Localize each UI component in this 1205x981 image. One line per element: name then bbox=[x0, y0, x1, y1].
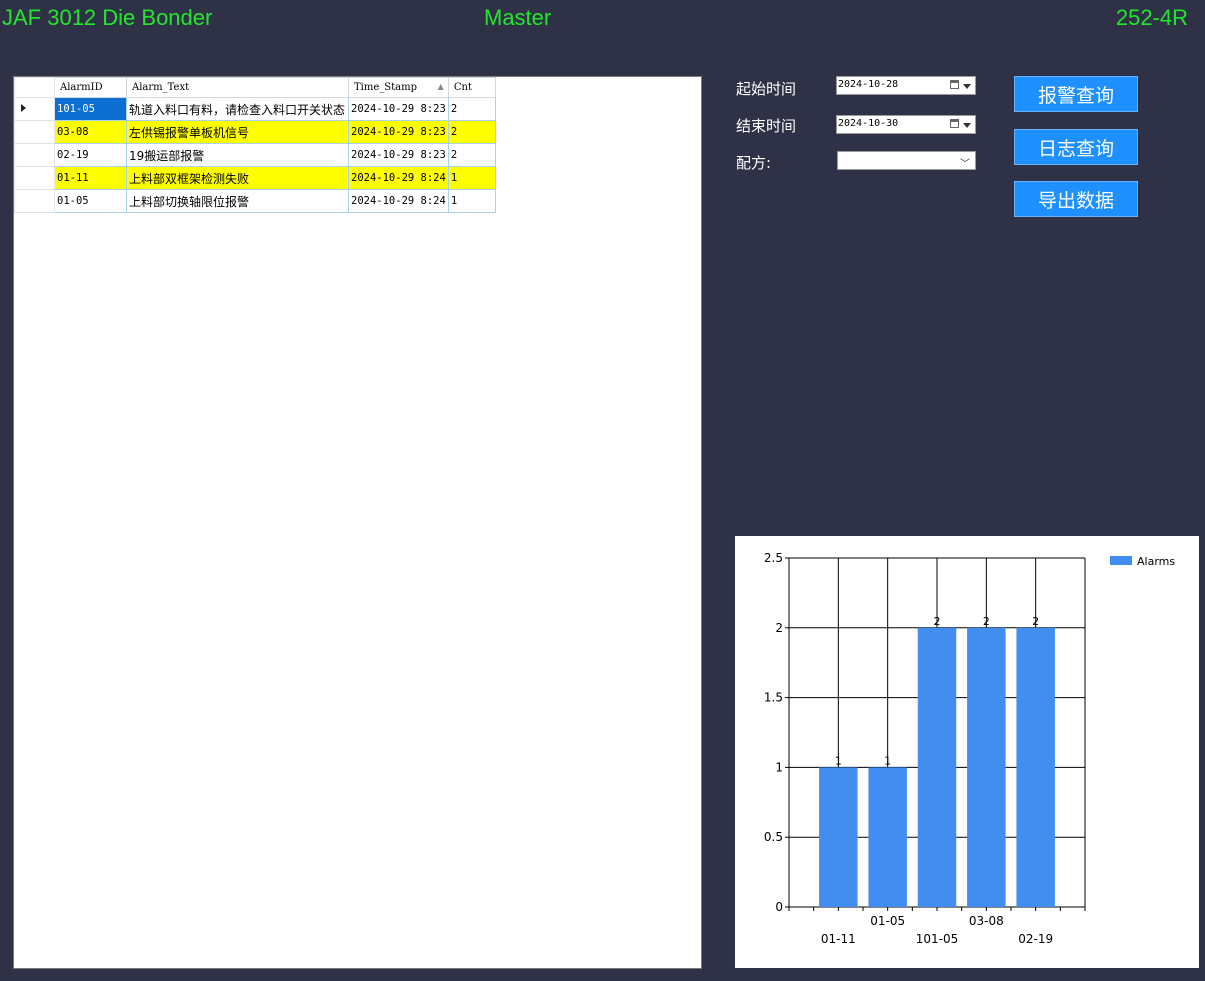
cell-cnt[interactable]: 2 bbox=[447, 120, 496, 144]
station-label: 252-4R bbox=[1115, 5, 1188, 30]
bar-value-label: 2 bbox=[983, 615, 990, 628]
table-row[interactable]: 02-19 19搬运部报警 2024-10-29 8:23 2 bbox=[14, 143, 496, 167]
table-row[interactable]: 01-05 上料部切换轴限位报警 2024-10-29 8:24 1 bbox=[14, 189, 496, 213]
cell-alarm-id[interactable]: 01-05 bbox=[54, 189, 127, 213]
alarm-chart: 0 0.5 1 1.5 2 2.5 1 01-11 1 01-05 2 101-05 2 03-08 2 02… bbox=[735, 536, 1199, 968]
recipe-select[interactable]: ﹀ bbox=[837, 151, 976, 170]
cell-cnt[interactable]: 2 bbox=[447, 143, 496, 167]
cell-alarm-text[interactable]: 上料部双框架检测失败 bbox=[126, 166, 349, 190]
table-row[interactable]: 101-05 轨道入料口有料，请检查入料口开关状态 2024-10-29 8:23 2 bbox=[14, 97, 496, 121]
bar bbox=[868, 767, 907, 907]
sort-ascending-icon: ▲ bbox=[437, 82, 444, 91]
alarm-chart-svg: 00.511.522.5101-11101-052101-05203-08202… bbox=[764, 551, 1175, 946]
y-tick-label: 0.5 bbox=[764, 830, 783, 844]
end-date-picker[interactable]: 2024-10-30 bbox=[836, 115, 976, 134]
chevron-down-icon: ﹀ bbox=[960, 159, 970, 170]
x-tick-label: 101-05 bbox=[916, 932, 959, 946]
cell-alarm-id[interactable]: 01-11 bbox=[54, 166, 127, 190]
alarm-table: AlarmID Alarm_Text Time_Stamp ▲ Cnt 101-0… bbox=[14, 77, 496, 213]
table-header-row: AlarmID Alarm_Text Time_Stamp ▲ Cnt bbox=[14, 77, 496, 98]
cell-time-stamp[interactable]: 2024-10-29 8:24 bbox=[348, 166, 449, 190]
cell-alarm-id[interactable]: 101-05 bbox=[54, 97, 127, 121]
calendar-icon[interactable] bbox=[950, 80, 959, 89]
column-header-alarmid[interactable]: AlarmID bbox=[54, 77, 127, 98]
bar-value-label: 2 bbox=[934, 615, 941, 628]
x-tick-label: 01-05 bbox=[870, 914, 905, 928]
row-header[interactable] bbox=[14, 97, 55, 121]
alarm-query-button[interactable]: 报警查询 bbox=[1014, 76, 1138, 112]
table-row[interactable]: 01-11 上料部双框架检测失败 2024-10-29 8:24 1 bbox=[14, 166, 496, 190]
cell-time-stamp[interactable]: 2024-10-29 8:24 bbox=[348, 189, 449, 213]
mode-label: Master bbox=[484, 5, 552, 30]
alarm-grid[interactable]: AlarmID Alarm_Text Time_Stamp ▲ Cnt 101-0… bbox=[13, 76, 702, 969]
y-tick-label: 1.5 bbox=[764, 691, 783, 705]
start-date-picker[interactable]: 2024-10-28 bbox=[836, 76, 976, 95]
cell-time-stamp[interactable]: 2024-10-29 8:23 bbox=[348, 120, 449, 144]
calendar-icon[interactable] bbox=[950, 119, 959, 128]
recipe-label: 配方: bbox=[736, 154, 772, 172]
bar bbox=[917, 627, 957, 907]
row-header[interactable] bbox=[14, 166, 55, 190]
end-time-label: 结束时间 bbox=[736, 117, 797, 135]
bar-value-label: 1 bbox=[884, 754, 891, 767]
table-row[interactable]: 03-08 左供锡报警单板机信号 2024-10-29 8:23 2 bbox=[14, 120, 496, 144]
x-tick-label: 03-08 bbox=[969, 914, 1004, 928]
row-header[interactable] bbox=[14, 189, 55, 213]
row-header[interactable] bbox=[14, 120, 55, 144]
app-title: JAF 3012 Die Bonder bbox=[2, 5, 213, 30]
cell-alarm-text[interactable]: 轨道入料口有料，请检查入料口开关状态 bbox=[126, 97, 349, 121]
cell-cnt[interactable]: 2 bbox=[447, 97, 496, 121]
bar bbox=[819, 767, 858, 907]
y-tick-label: 0 bbox=[775, 900, 783, 914]
column-header-cnt[interactable]: Cnt bbox=[447, 77, 496, 98]
cell-alarm-id[interactable]: 02-19 bbox=[54, 143, 127, 167]
cell-time-stamp[interactable]: 2024-10-29 8:23 bbox=[348, 97, 449, 121]
y-tick-label: 2.5 bbox=[764, 551, 783, 565]
cell-cnt[interactable]: 1 bbox=[447, 166, 496, 190]
cell-time-stamp[interactable]: 2024-10-29 8:23 bbox=[348, 143, 449, 167]
cell-alarm-text[interactable]: 上料部切换轴限位报警 bbox=[126, 189, 349, 213]
column-header-time-stamp-label: Time_Stamp bbox=[354, 82, 417, 93]
cell-cnt[interactable]: 1 bbox=[447, 189, 496, 213]
y-tick-label: 2 bbox=[775, 621, 783, 635]
x-tick-label: 01-11 bbox=[821, 932, 856, 946]
export-data-button[interactable]: 导出数据 bbox=[1014, 181, 1138, 217]
end-date-value: 2024-10-30 bbox=[838, 118, 899, 129]
y-tick-label: 1 bbox=[775, 760, 783, 774]
cell-alarm-text[interactable]: 19搬运部报警 bbox=[126, 143, 349, 167]
start-date-value: 2024-10-28 bbox=[838, 79, 899, 90]
legend-label: Alarms bbox=[1137, 555, 1175, 568]
current-row-arrow-icon bbox=[21, 104, 26, 112]
row-header-corner[interactable] bbox=[14, 77, 55, 98]
bar bbox=[1016, 627, 1055, 907]
cell-alarm-text[interactable]: 左供锡报警单板机信号 bbox=[126, 120, 349, 144]
dropdown-arrow-icon[interactable] bbox=[963, 123, 971, 128]
column-header-alarm-text[interactable]: Alarm_Text bbox=[126, 77, 349, 98]
dropdown-arrow-icon[interactable] bbox=[963, 84, 971, 89]
x-tick-label: 02-19 bbox=[1018, 932, 1053, 946]
start-time-label: 起始时间 bbox=[736, 80, 797, 98]
cell-alarm-id[interactable]: 03-08 bbox=[54, 120, 127, 144]
legend-swatch bbox=[1110, 556, 1132, 565]
row-header[interactable] bbox=[14, 143, 55, 167]
bar bbox=[967, 627, 1006, 907]
bar-value-label: 1 bbox=[835, 754, 842, 767]
column-header-time-stamp[interactable]: Time_Stamp ▲ bbox=[348, 77, 449, 98]
log-query-button[interactable]: 日志查询 bbox=[1014, 129, 1138, 165]
bar-value-label: 2 bbox=[1032, 615, 1039, 628]
